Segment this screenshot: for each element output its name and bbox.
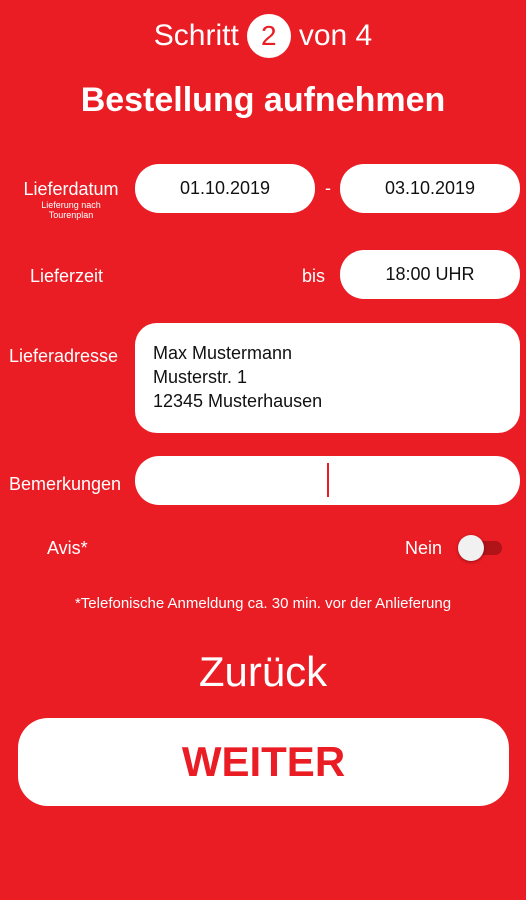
address-line-name: Max Mustermann [153, 343, 293, 363]
delivery-address-label: Lieferadresse [9, 346, 119, 366]
step-suffix: von 4 [298, 19, 373, 52]
text-cursor [327, 463, 329, 497]
avis-footnote: *Telefonische Anmeldung ca. 30 min. vor … [74, 595, 452, 612]
remarks-label: Bemerkungen [9, 474, 122, 494]
step-indicator: Schritt 2 von 4 [0, 14, 526, 58]
avis-label: Avis* [47, 538, 88, 558]
delivery-date-from-field[interactable]: 01.10.2019 [135, 164, 315, 213]
delivery-time-until-label: bis [302, 266, 326, 286]
address-line-city: 12345 Musterhausen [153, 391, 323, 411]
delivery-time-field[interactable]: 18:00 UHR [340, 250, 520, 299]
back-button[interactable]: Zurück [0, 646, 526, 698]
step-prefix: Schritt [153, 19, 239, 52]
avis-toggle-state-label: Nein [405, 538, 443, 558]
delivery-date-label: Lieferdatum [23, 179, 119, 199]
avis-toggle-thumb [458, 535, 484, 561]
date-range-separator: - [325, 178, 331, 198]
delivery-date-to-field[interactable]: 03.10.2019 [340, 164, 520, 213]
next-button[interactable]: WEITER [18, 718, 509, 806]
delivery-address-field[interactable]: Max Mustermann Musterstr. 1 12345 Muster… [135, 323, 520, 433]
step-number-badge: 2 [246, 14, 291, 58]
page-title: Bestellung aufnehmen [80, 81, 446, 119]
delivery-date-label-group: Lieferdatum Lieferung nach Tourenplan [14, 178, 128, 220]
delivery-date-sublabel-1: Lieferung nach [41, 200, 101, 210]
avis-toggle[interactable] [458, 534, 504, 562]
address-line-street: Musterstr. 1 [153, 367, 248, 387]
delivery-date-sublabel-2: Tourenplan [48, 210, 94, 220]
delivery-time-label: Lieferzeit [30, 266, 104, 286]
